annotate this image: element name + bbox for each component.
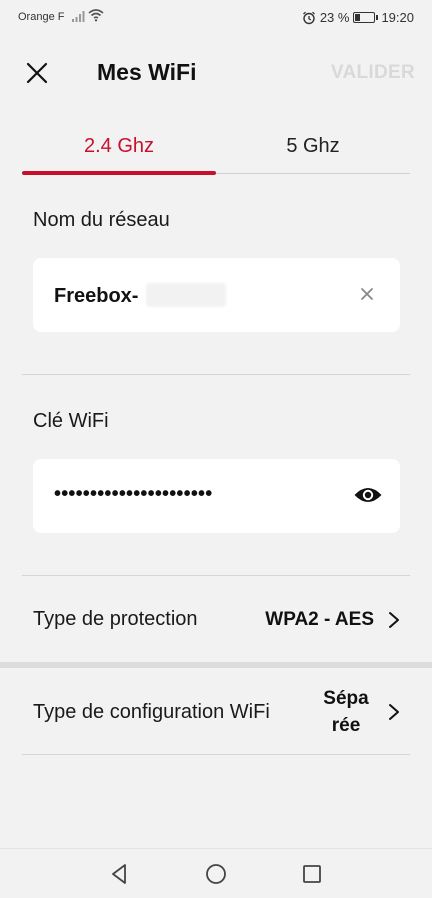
network-name-label: Nom du réseau <box>33 209 170 231</box>
network-name-field[interactable]: Freebox- <box>33 258 400 332</box>
network-name-value: Freebox- <box>54 285 139 307</box>
system-navigation-bar <box>0 848 432 898</box>
close-icon[interactable] <box>22 58 52 88</box>
redacted-region <box>146 283 226 307</box>
section-separator <box>0 662 432 668</box>
clear-icon[interactable] <box>359 286 375 302</box>
eye-icon[interactable] <box>353 484 383 506</box>
tab-2-4ghz[interactable]: 2.4 Ghz <box>22 118 216 174</box>
protection-type-value: WPA2 - AES <box>265 609 374 630</box>
home-icon[interactable] <box>204 862 228 886</box>
wifi-key-value: •••••••••••••••••••••• <box>54 483 213 505</box>
back-icon[interactable] <box>108 862 132 886</box>
active-tab-indicator <box>22 171 216 175</box>
configuration-value-line-1: Sépa <box>323 688 369 709</box>
configuration-type-value: Sépa rée <box>318 685 374 739</box>
validate-button[interactable]: VALIDER <box>331 62 415 84</box>
protection-type-row[interactable]: Type de protection WPA2 - AES <box>0 580 432 662</box>
status-bar: Orange F 23 % 19:20 <box>0 0 432 34</box>
clock: 19:20 <box>381 10 414 25</box>
configuration-type-label: Type de configuration WiFi <box>33 701 270 723</box>
recents-icon[interactable] <box>300 862 324 886</box>
carrier-name: Orange F <box>18 11 65 23</box>
configuration-type-row[interactable]: Type de configuration WiFi Sépa rée <box>0 670 432 754</box>
wifi-icon <box>88 9 104 22</box>
chevron-right-icon <box>389 704 399 720</box>
battery-percent: 23 % <box>319 10 350 25</box>
app-header: Mes WiFi VALIDER <box>0 50 432 94</box>
signal-icon <box>72 11 85 22</box>
chevron-right-icon <box>389 612 399 628</box>
wifi-key-field[interactable]: •••••••••••••••••••••• <box>33 459 400 533</box>
section-divider <box>22 754 410 755</box>
configuration-value-line-2: rée <box>331 715 361 736</box>
alarm-icon <box>302 11 315 24</box>
protection-type-label: Type de protection <box>33 608 198 630</box>
battery-icon <box>353 12 379 23</box>
section-divider <box>22 374 410 375</box>
section-divider <box>22 575 410 576</box>
frequency-tabs: 2.4 Ghz 5 Ghz <box>22 118 410 176</box>
wifi-key-label: Clé WiFi <box>33 410 109 432</box>
page-title: Mes WiFi <box>97 59 197 85</box>
tab-5ghz[interactable]: 5 Ghz <box>216 118 410 174</box>
